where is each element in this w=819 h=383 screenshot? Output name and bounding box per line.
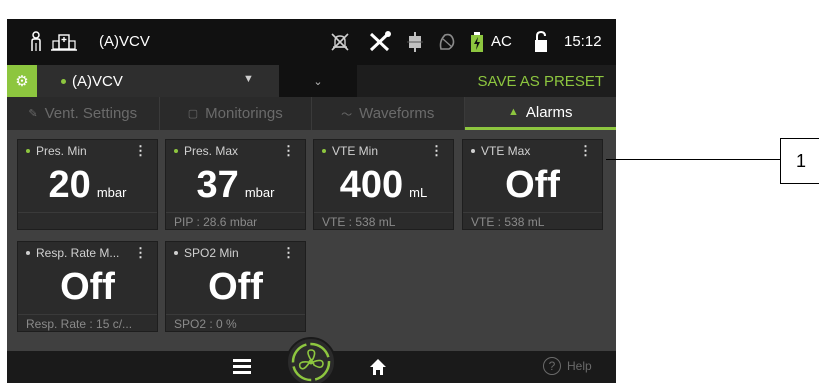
alarm-footer: SPO2 : 0 %: [166, 314, 305, 332]
monitor-icon: ▢: [187, 108, 199, 120]
tab-bar: ✎ Vent. Settings ▢ Monitorings 〜 Wavefor…: [7, 97, 616, 130]
alarm-footer: PIP : 28.6 mbar: [166, 212, 305, 230]
status-bar: (A)VCV AC 15:12: [7, 19, 616, 65]
more-options-icon[interactable]: ⋮: [579, 143, 592, 159]
alarm-value-number: 37: [196, 164, 239, 206]
wrench-icon: ✎: [28, 108, 38, 120]
alarm-card-header: VTE Max ⋮: [463, 140, 602, 162]
alarm-inactive-dot: [471, 149, 475, 153]
alarm-card-resp-rate-min[interactable]: Resp. Rate M... ⋮ Off Resp. Rate : 15 c/…: [17, 241, 158, 332]
tools-icon[interactable]: [368, 31, 392, 53]
tab-label: Alarms: [525, 103, 573, 121]
patient-icon: [29, 31, 43, 53]
alarm-card-header: SPO2 Min ⋮: [166, 242, 305, 264]
alarm-value-unit: mbar: [244, 185, 275, 200]
hospital-icon: [51, 31, 77, 53]
settings-button[interactable]: ⚙: [7, 65, 37, 97]
ventilator-screen: (A)VCV AC 15:12 ⚙ (A)VCV ▼ ⌄ SAVE AS PRE…: [7, 19, 616, 383]
ventilation-button[interactable]: [286, 337, 336, 383]
alarm-off-icon[interactable]: [330, 31, 350, 53]
alarm-value-number: Off: [505, 164, 560, 206]
caret-down-icon: ▼: [243, 73, 254, 85]
alarm-value: 400 mL: [314, 164, 453, 206]
battery-icon: [470, 31, 484, 53]
alarm-footer: VTE : 538 mL: [314, 212, 453, 230]
tab-label: Waveforms: [359, 105, 435, 122]
alarm-active-dot: [322, 149, 326, 153]
bottom-bar: ? Help: [7, 337, 616, 383]
alarm-name: Pres. Max: [184, 144, 239, 158]
clock: 15:12: [564, 33, 602, 50]
mode-label: (A)VCV: [72, 73, 123, 90]
alarm-inactive-dot: [174, 251, 178, 255]
alarm-value: Off: [18, 266, 157, 308]
secondary-dropdown[interactable]: ⌄: [279, 65, 357, 97]
more-options-icon[interactable]: ⋮: [134, 143, 147, 159]
mask-icon: [437, 31, 457, 53]
alarm-card-header: Pres. Max ⋮: [166, 140, 305, 162]
alarm-footer: VTE : 538 mL: [463, 212, 602, 230]
fan-icon: [291, 342, 331, 382]
alarm-card-vte-min[interactable]: VTE Min ⋮ 400 mL VTE : 538 mL: [313, 139, 454, 230]
tab-waveforms[interactable]: 〜 Waveforms: [312, 97, 465, 130]
alarm-value-number: 20: [48, 164, 91, 206]
unlock-icon[interactable]: [534, 31, 548, 53]
tab-label: Monitorings: [205, 105, 283, 122]
home-icon[interactable]: [369, 358, 387, 379]
alarm-name: Resp. Rate M...: [36, 246, 120, 260]
mode-dropdown[interactable]: (A)VCV ▼: [37, 65, 279, 97]
more-options-icon[interactable]: ⋮: [282, 143, 295, 159]
alarm-name: Pres. Min: [36, 144, 87, 158]
alarms-panel: Pres. Min ⋮ 20 mbar Pres. Max ⋮ 37 mbar …: [7, 130, 616, 351]
alarm-name: SPO2 Min: [184, 246, 239, 260]
mode-row: ⚙ (A)VCV ▼ ⌄ SAVE AS PRESET: [7, 65, 616, 97]
alarm-card-header: Resp. Rate M... ⋮: [18, 242, 157, 264]
bell-icon: ▲: [507, 106, 519, 118]
save-as-preset-button[interactable]: SAVE AS PRESET: [478, 73, 604, 90]
alarm-footer: Resp. Rate : 15 c/...: [18, 314, 157, 332]
alarm-value: Off: [463, 164, 602, 206]
chevron-down-icon: ⌄: [313, 75, 323, 88]
waveform-icon: 〜: [341, 108, 353, 121]
callout-line: [606, 159, 781, 160]
alarm-card-spo2-min[interactable]: SPO2 Min ⋮ Off SPO2 : 0 %: [165, 241, 306, 332]
gear-icon: ⚙: [15, 73, 29, 90]
alarm-card-header: VTE Min ⋮: [314, 140, 453, 162]
alarm-card-pres-min[interactable]: Pres. Min ⋮ 20 mbar: [17, 139, 158, 230]
more-options-icon[interactable]: ⋮: [282, 245, 295, 261]
alarm-value: Off: [166, 266, 305, 308]
alarm-value-unit: mL: [409, 185, 428, 200]
help-button[interactable]: ? Help: [543, 357, 592, 375]
alarm-name: VTE Min: [332, 144, 379, 158]
tab-alarms[interactable]: ▲ Alarms: [464, 97, 616, 130]
alarm-card-vte-max[interactable]: VTE Max ⋮ Off VTE : 538 mL: [462, 139, 603, 230]
alarm-name: VTE Max: [481, 144, 531, 158]
alarm-card-pres-max[interactable]: Pres. Max ⋮ 37 mbar PIP : 28.6 mbar: [165, 139, 306, 230]
tab-label: Vent. Settings: [44, 105, 138, 122]
alarm-active-dot: [26, 149, 30, 153]
mode-active-dot: [61, 79, 66, 84]
alarm-value-unit: mbar: [96, 185, 127, 200]
question-icon: ?: [543, 357, 561, 375]
alarm-value: 37 mbar: [166, 164, 305, 206]
status-mode-label: (A)VCV: [99, 33, 150, 50]
filter-icon: [406, 31, 424, 53]
more-options-icon[interactable]: ⋮: [430, 143, 443, 159]
alarm-active-dot: [174, 149, 178, 153]
callout-number: 1: [780, 138, 819, 184]
alarm-footer: [18, 212, 157, 230]
help-label: Help: [567, 359, 592, 373]
menu-icon[interactable]: [233, 359, 251, 375]
tab-monitorings[interactable]: ▢ Monitorings: [160, 97, 312, 130]
alarm-value-number: 400: [339, 164, 404, 206]
more-options-icon[interactable]: ⋮: [134, 245, 147, 261]
alarm-inactive-dot: [26, 251, 30, 255]
alarm-value-number: Off: [60, 266, 115, 308]
power-source-label: AC: [491, 33, 512, 50]
alarm-value-number: Off: [208, 266, 263, 308]
alarm-value: 20 mbar: [18, 164, 157, 206]
alarm-card-header: Pres. Min ⋮: [18, 140, 157, 162]
tab-vent-settings[interactable]: ✎ Vent. Settings: [7, 97, 160, 130]
